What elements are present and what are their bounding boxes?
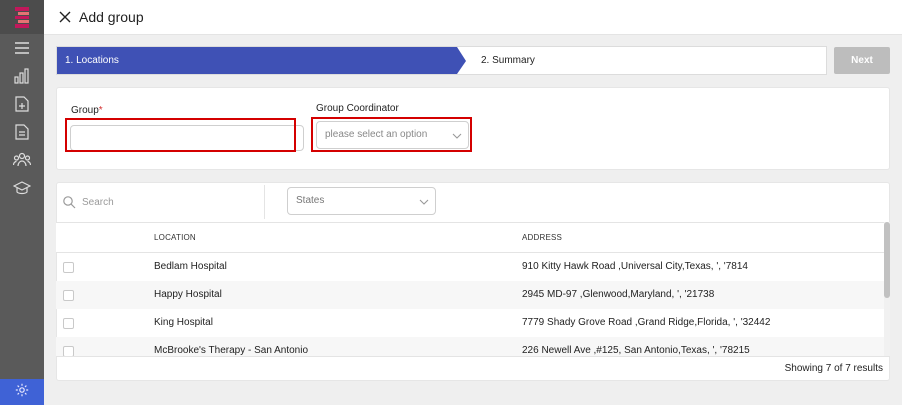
- search-input[interactable]: [82, 193, 252, 211]
- results-count: Showing 7 of 7 results: [784, 363, 883, 374]
- step-locations[interactable]: 1. Locations: [57, 47, 457, 74]
- column-header-location[interactable]: LOCATION: [154, 223, 196, 253]
- group-label: Group*: [71, 105, 103, 116]
- menu-icon[interactable]: [12, 38, 32, 58]
- table-row[interactable]: Bedlam Hospital 910 Kitty Hawk Road ,Uni…: [56, 253, 884, 281]
- highlight-box-coordinator: [311, 117, 472, 152]
- step-arrow: [457, 47, 466, 74]
- location-cell: King Hospital: [154, 317, 213, 328]
- document-add-icon[interactable]: [12, 94, 32, 114]
- table-body: Bedlam Hospital 910 Kitty Hawk Road ,Uni…: [56, 253, 884, 356]
- table-scrollbar[interactable]: [884, 222, 890, 356]
- group-icon[interactable]: [12, 150, 32, 170]
- chart-icon[interactable]: [12, 66, 32, 86]
- required-mark: *: [98, 105, 103, 116]
- close-icon[interactable]: [58, 10, 72, 24]
- table-row[interactable]: McBrooke's Therapy - San Antonio 226 New…: [56, 337, 884, 356]
- sidebar: [0, 0, 44, 405]
- page-header: Add group: [44, 0, 902, 35]
- table-header: LOCATION ADDRESS: [56, 222, 884, 253]
- row-checkbox[interactable]: [63, 318, 74, 329]
- group-coordinator-label: Group Coordinator: [316, 103, 399, 114]
- table-row[interactable]: Happy Hospital 2945 MD-97 ,Glenwood,Mary…: [56, 281, 884, 309]
- address-cell: 2945 MD-97 ,Glenwood,Maryland, ', '21738: [522, 289, 715, 300]
- step-summary[interactable]: 2. Summary: [481, 47, 535, 74]
- row-checkbox[interactable]: [63, 346, 74, 356]
- filter-divider: [264, 185, 265, 219]
- gear-icon: [15, 383, 29, 402]
- scrollbar-thumb[interactable]: [884, 222, 890, 298]
- address-cell: 226 Newell Ave ,#125, San Antonio,Texas,…: [522, 345, 750, 356]
- next-button[interactable]: Next: [834, 47, 890, 74]
- brand-logo-icon[interactable]: [0, 0, 44, 34]
- states-placeholder: States: [296, 195, 325, 206]
- location-cell: Happy Hospital: [154, 289, 222, 300]
- settings-button[interactable]: [0, 379, 44, 405]
- address-cell: 910 Kitty Hawk Road ,Universal City,Texa…: [522, 261, 748, 272]
- row-checkbox[interactable]: [63, 262, 74, 273]
- stepper: 1. Locations 2. Summary: [56, 46, 827, 75]
- location-cell: McBrooke's Therapy - San Antonio: [154, 345, 309, 356]
- highlight-box-group: [65, 118, 296, 152]
- address-cell: 7779 Shady Grove Road ,Grand Ridge,Flori…: [522, 317, 771, 328]
- location-cell: Bedlam Hospital: [154, 261, 227, 272]
- states-select[interactable]: States: [287, 187, 436, 215]
- chevron-down-icon: [419, 199, 429, 205]
- page-title: Add group: [79, 9, 144, 25]
- search-icon: [62, 195, 76, 209]
- row-checkbox[interactable]: [63, 290, 74, 301]
- graduation-cap-icon[interactable]: [12, 178, 32, 198]
- document-list-icon[interactable]: [12, 122, 32, 142]
- table-footer: Showing 7 of 7 results: [56, 356, 890, 381]
- table-row[interactable]: King Hospital 7779 Shady Grove Road ,Gra…: [56, 309, 884, 337]
- column-header-address[interactable]: ADDRESS: [522, 223, 562, 253]
